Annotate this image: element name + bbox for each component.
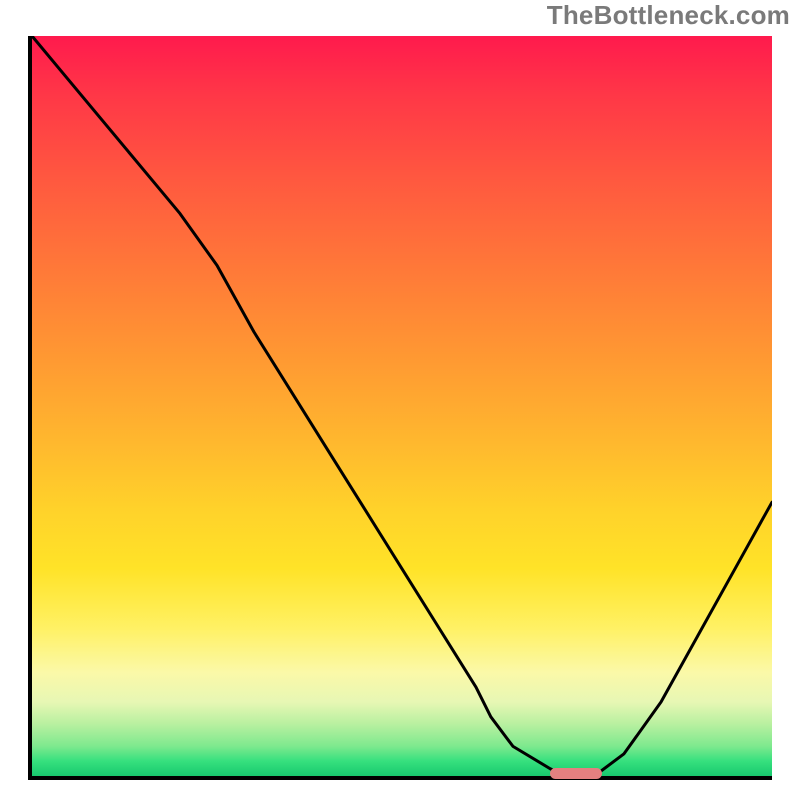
plot-area bbox=[28, 36, 772, 780]
optimal-range-marker bbox=[550, 768, 602, 779]
chart-frame: TheBottleneck.com bbox=[0, 0, 800, 800]
watermark-label: TheBottleneck.com bbox=[547, 0, 790, 31]
curve-path bbox=[32, 36, 772, 776]
bottleneck-curve bbox=[32, 36, 772, 776]
